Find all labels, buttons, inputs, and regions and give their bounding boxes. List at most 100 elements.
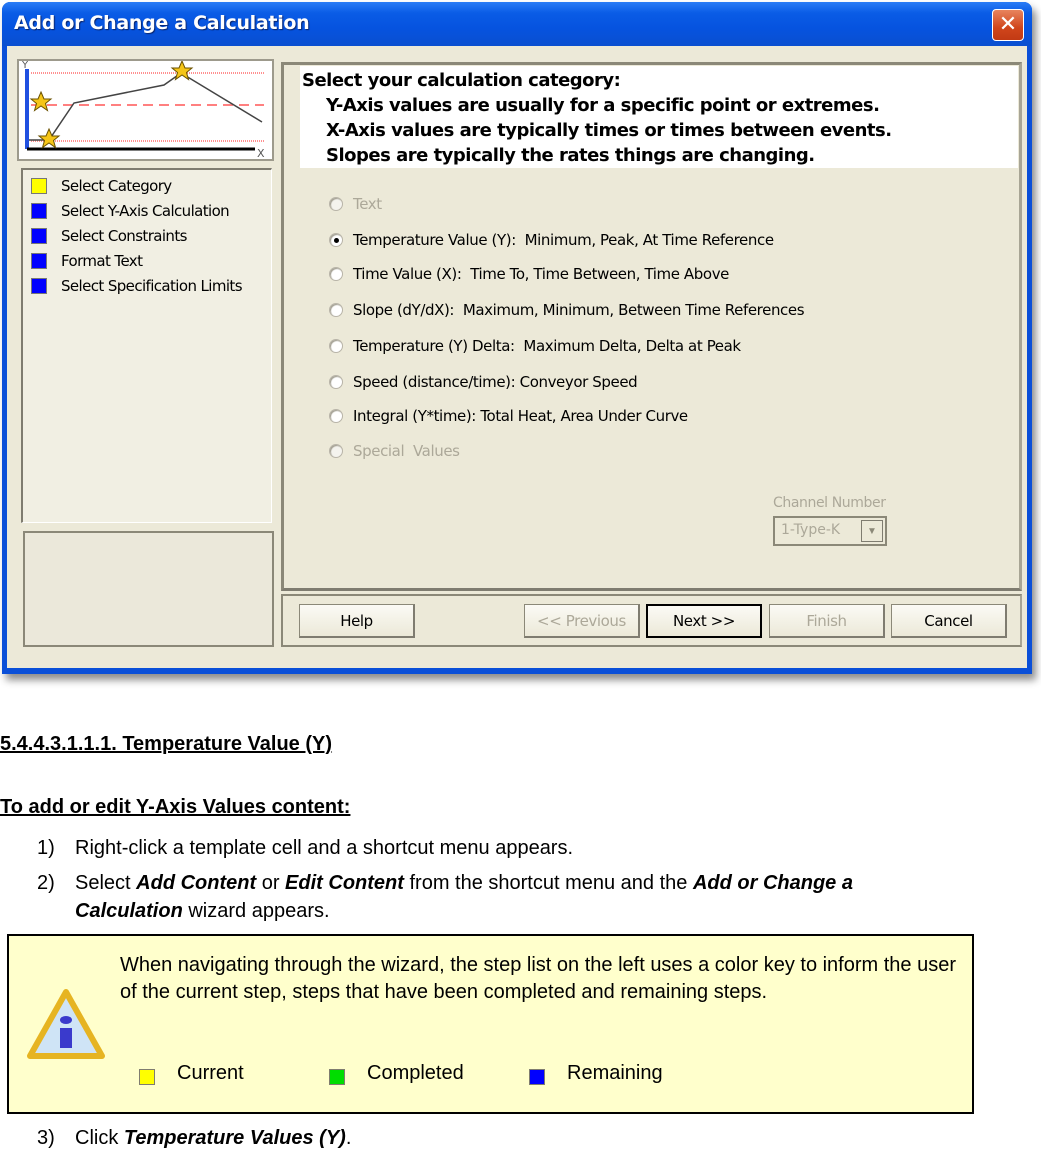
step-item-select-specification-limits: Select Specification Limits (31, 275, 243, 297)
step-number: 2) (37, 872, 55, 894)
wizard-button-bar: Help << Previous Next >> Finish Cancel (281, 594, 1022, 647)
step-text-part: Right-click a template cell and a shortc… (75, 837, 574, 859)
radio-label: Speed (distance/time): Conveyor Speed (353, 373, 638, 391)
step-text: Right-click a template cell and a shortc… (75, 834, 935, 862)
star-icon (29, 90, 53, 112)
step-text-part: Click (75, 1127, 124, 1149)
step-number: 3) (37, 1127, 55, 1149)
x-axis-label: X (257, 147, 265, 159)
radio-button[interactable] (329, 267, 343, 281)
preview-curve (29, 72, 263, 141)
radio-button[interactable] (329, 444, 343, 458)
previous-button[interactable]: << Previous (524, 604, 640, 638)
radio-label: Slope (dY/dX): Maximum, Minimum, Between… (353, 301, 805, 319)
radio-temperature-value-y[interactable]: Temperature Value (Y): Minimum, Peak, At… (329, 228, 774, 252)
step-label: Format Text (61, 252, 143, 270)
wizard-window: Add or Change a Calculation ✕ Y X Select… (2, 2, 1032, 674)
section-heading: 5.4.4.3.1.1.1. Temperature Value (Y) (0, 733, 333, 755)
radio-button[interactable] (329, 197, 343, 211)
close-x-icon: ✕ (998, 12, 1018, 37)
channel-number-label: Channel Number (773, 495, 886, 511)
radio-label: Temperature (Y) Delta: Maximum Delta, De… (353, 337, 741, 355)
step-label: Select Category (61, 177, 172, 195)
legend-label: Completed (367, 1062, 464, 1084)
step-item-select-y-axis-calculation: Select Y-Axis Calculation (31, 200, 230, 222)
star-icon (37, 127, 61, 149)
legend-label: Current (177, 1062, 244, 1084)
step-status-swatch (31, 203, 47, 219)
radio-time-value-x[interactable]: Time Value (X): Time To, Time Between, T… (329, 262, 729, 286)
instructions-line: Slopes are typically the rates things ar… (326, 145, 815, 166)
wizard-steps-list: Select Category Select Y-Axis Calculatio… (21, 168, 272, 523)
radio-text[interactable]: Text (329, 192, 382, 216)
radio-label: Time Value (X): Time To, Time Between, T… (353, 265, 729, 283)
step-status-swatch (31, 228, 47, 244)
channel-number-value: 1-Type-K (781, 522, 841, 538)
radio-label: Temperature Value (Y): Minimum, Peak, At… (353, 231, 774, 249)
step-number: 1) (37, 837, 55, 859)
step-status-swatch (31, 278, 47, 294)
step-item-select-constraints: Select Constraints (31, 225, 187, 247)
instructions-line: X-Axis values are typically times or tim… (326, 120, 892, 141)
legend-item-completed: Completed (329, 1062, 464, 1085)
info-icon (27, 989, 105, 1059)
channel-number-select[interactable]: 1-Type-K ▼ (773, 516, 887, 546)
step-text: Select Add Content or Edit Content from … (75, 869, 935, 925)
step-label: Select Y-Axis Calculation (61, 202, 230, 220)
next-button[interactable]: Next >> (646, 604, 762, 638)
window-title: Add or Change a Calculation (14, 12, 310, 34)
radio-label: Text (353, 195, 382, 213)
cancel-button[interactable]: Cancel (891, 604, 1007, 638)
legend-label: Remaining (567, 1062, 663, 1084)
chevron-down-icon[interactable]: ▼ (861, 520, 883, 542)
preview-graph: Y X (21, 59, 265, 160)
title-bar[interactable]: Add or Change a Calculation ✕ (2, 2, 1032, 46)
help-button[interactable]: Help (299, 604, 415, 638)
note-text: When navigating through the wizard, the … (120, 954, 957, 1003)
emphasized-term: Temperature Values (Y) (123, 1127, 346, 1149)
emphasized-term: Add Content (136, 872, 257, 894)
radio-temperature-delta[interactable]: Temperature (Y) Delta: Maximum Delta, De… (329, 334, 741, 358)
finish-button[interactable]: Finish (769, 604, 885, 638)
step-status-swatch (31, 253, 47, 269)
legend-item-current: Current (139, 1062, 244, 1085)
step-text-part: from the shortcut menu and the (403, 872, 693, 894)
step-text-part: or (256, 872, 286, 894)
step-status-swatch (31, 178, 47, 194)
instructions-title: Select your calculation category: (302, 70, 621, 91)
step-text-part: . (345, 1127, 352, 1149)
radio-speed[interactable]: Speed (distance/time): Conveyor Speed (329, 370, 638, 394)
radio-button[interactable] (329, 303, 343, 317)
radio-special-values[interactable]: Special Values (329, 439, 460, 463)
step-item-format-text: Format Text (31, 250, 143, 272)
calculation-preview: Y X (17, 59, 274, 161)
radio-button-selected[interactable] (329, 233, 343, 247)
radio-integral[interactable]: Integral (Y*time): Total Heat, Area Unde… (329, 404, 688, 428)
legend-item-remaining: Remaining (529, 1062, 663, 1085)
radio-button[interactable] (329, 409, 343, 423)
radio-button[interactable] (329, 339, 343, 353)
y-axis-label: Y (21, 61, 29, 71)
legend-swatch-current (139, 1068, 155, 1085)
legend-swatch-remaining (529, 1068, 545, 1085)
step-text-part: Select (75, 872, 137, 894)
radio-button[interactable] (329, 375, 343, 389)
step-info-panel (23, 531, 274, 647)
close-button[interactable]: ✕ (992, 9, 1024, 41)
radio-label: Integral (Y*time): Total Heat, Area Unde… (353, 407, 688, 425)
instructions-box: Select your calculation category: Y-Axis… (300, 66, 1018, 168)
step-label: Select Constraints (61, 227, 187, 245)
note-callout: When navigating through the wizard, the … (7, 934, 974, 1114)
step-label: Select Specification Limits (61, 277, 243, 295)
radio-label: Special Values (353, 442, 460, 460)
procedure-heading: To add or edit Y-Axis Values content: (0, 796, 351, 818)
step-text: Click Temperature Values (Y). (75, 1124, 935, 1152)
radio-slope[interactable]: Slope (dY/dX): Maximum, Minimum, Between… (329, 298, 805, 322)
emphasized-term: Edit Content (285, 872, 404, 894)
instructions-line: Y-Axis values are usually for a specific… (326, 95, 880, 116)
wizard-client-area: Y X Select Category Select Y-Axis Calcul… (7, 46, 1027, 668)
legend-swatch-completed (329, 1068, 345, 1085)
category-panel: Select your calculation category: Y-Axis… (281, 62, 1022, 591)
step-text-part: wizard appears. (182, 900, 330, 922)
step-item-select-category: Select Category (31, 175, 172, 197)
